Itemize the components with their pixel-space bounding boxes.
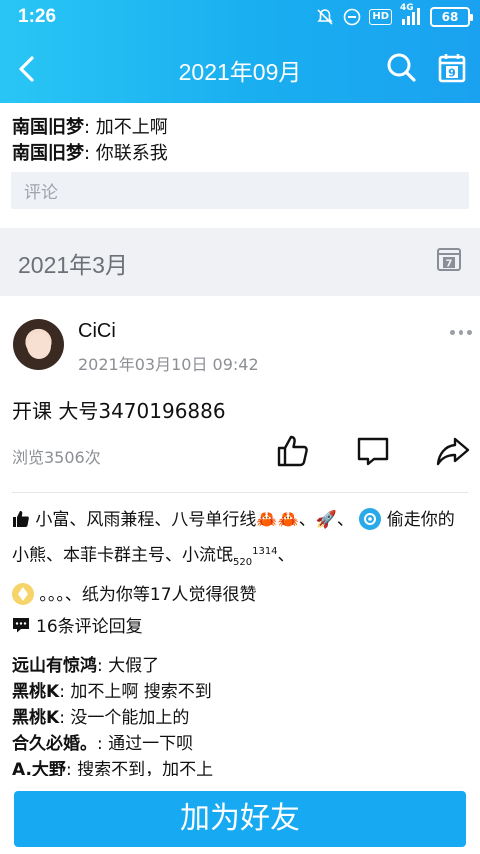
rocket-emoji-icon: 🚀 <box>315 510 337 530</box>
more-options-icon[interactable] <box>450 330 473 338</box>
share-icon[interactable] <box>435 433 471 469</box>
post-author[interactable]: CiCi <box>78 320 116 343</box>
reply-line: 黑桃K: 没一个能加上的 <box>12 703 189 728</box>
post-text: 开课 大号3470196886 <box>12 399 226 423</box>
comment-user[interactable]: 南国旧梦 <box>12 117 84 138</box>
reply-text: : 大假了 <box>97 656 160 676</box>
mute-icon <box>317 9 333 25</box>
likes-text[interactable]: 。。。、纸为你等17人觉得很赞 <box>34 585 256 605</box>
gear-badge-icon <box>359 508 382 530</box>
divider <box>12 492 468 493</box>
reply-line: 黑桃K: 加不上啊 搜索不到 <box>12 677 212 702</box>
reply-line: 远山有惊鸿: 大假了 <box>12 651 159 676</box>
reply-user[interactable]: 黑桃K <box>12 682 59 702</box>
reply-text: : 通过一下呗 <box>97 734 194 754</box>
crab-emoji-icon: 🦀🦀 <box>256 510 299 530</box>
comment-line: 南国旧梦: 加不上啊 <box>12 113 168 139</box>
calendar-icon[interactable]: 9 <box>432 48 472 88</box>
comment-icon[interactable] <box>355 433 391 469</box>
search-icon[interactable] <box>382 48 422 88</box>
reply-text: : 加不上啊 搜索不到 <box>59 682 212 702</box>
comment-text: : 加不上啊 <box>84 117 168 138</box>
likes-separator: 、 <box>336 510 354 530</box>
svg-text:9: 9 <box>448 67 456 80</box>
title-bar: 2021年09月 9 <box>0 34 480 103</box>
status-time: 1:26 <box>18 6 57 27</box>
battery-indicator: 68 <box>430 7 473 27</box>
likes-text[interactable]: 小富、风雨兼程、八号单行线 <box>35 510 256 530</box>
comment-text: : 你联系我 <box>84 143 168 164</box>
add-friend-button[interactable]: 加为好友 <box>14 791 466 847</box>
likes-separator: 、 <box>277 545 295 566</box>
coin-badge-icon <box>12 583 34 606</box>
reply-user[interactable]: 远山有惊鸿 <box>12 656 97 676</box>
dnd-icon <box>344 8 361 26</box>
likes-subscript: 520 <box>233 557 253 569</box>
status-icons: HD 4G 68 <box>315 3 473 28</box>
comment-line: 南国旧梦: 你联系我 <box>12 139 168 165</box>
reply-user[interactable]: 合久必婚。 <box>12 734 97 754</box>
post-time: 2021年03月10日 09:42 <box>78 355 259 374</box>
calendar-icon[interactable]: 7 <box>436 246 462 272</box>
month-label: 2021年3月 <box>18 252 128 278</box>
hd-badge: HD <box>369 9 392 25</box>
like-icon[interactable] <box>275 433 311 469</box>
status-bar: 1:26 HD 4G 68 <box>0 0 480 34</box>
signal-icon: 4G <box>400 3 422 28</box>
reply-count-label: 16条评论回复 <box>36 617 143 637</box>
calendar-day: 7 <box>446 259 453 270</box>
likes-superscript: 1314 <box>252 546 278 557</box>
reply-user[interactable]: 黑桃K <box>12 708 59 728</box>
message-icon <box>13 617 29 632</box>
likes-list: 小富、风雨兼程、八号单行线🦀🦀、🚀、 偷走你的小熊、本菲卡群主号、小流氓5201… <box>12 504 470 611</box>
reply-count[interactable]: 16条评论回复 <box>12 612 143 637</box>
likes-separator: 、 <box>298 510 316 530</box>
reply-text: : 没一个能加上的 <box>59 708 190 728</box>
view-count: 浏览3506次 <box>12 448 101 467</box>
month-section-header: 2021年3月 7 <box>0 228 480 296</box>
reply-line: 合久必婚。: 通过一下呗 <box>12 729 193 754</box>
thumbs-up-icon <box>13 511 29 527</box>
top-bar: 1:26 HD 4G 68 2021年09月 9 <box>0 0 480 103</box>
comment-user[interactable]: 南国旧梦 <box>12 143 84 164</box>
avatar[interactable] <box>13 319 64 370</box>
comment-input[interactable]: 评论 <box>11 172 469 209</box>
